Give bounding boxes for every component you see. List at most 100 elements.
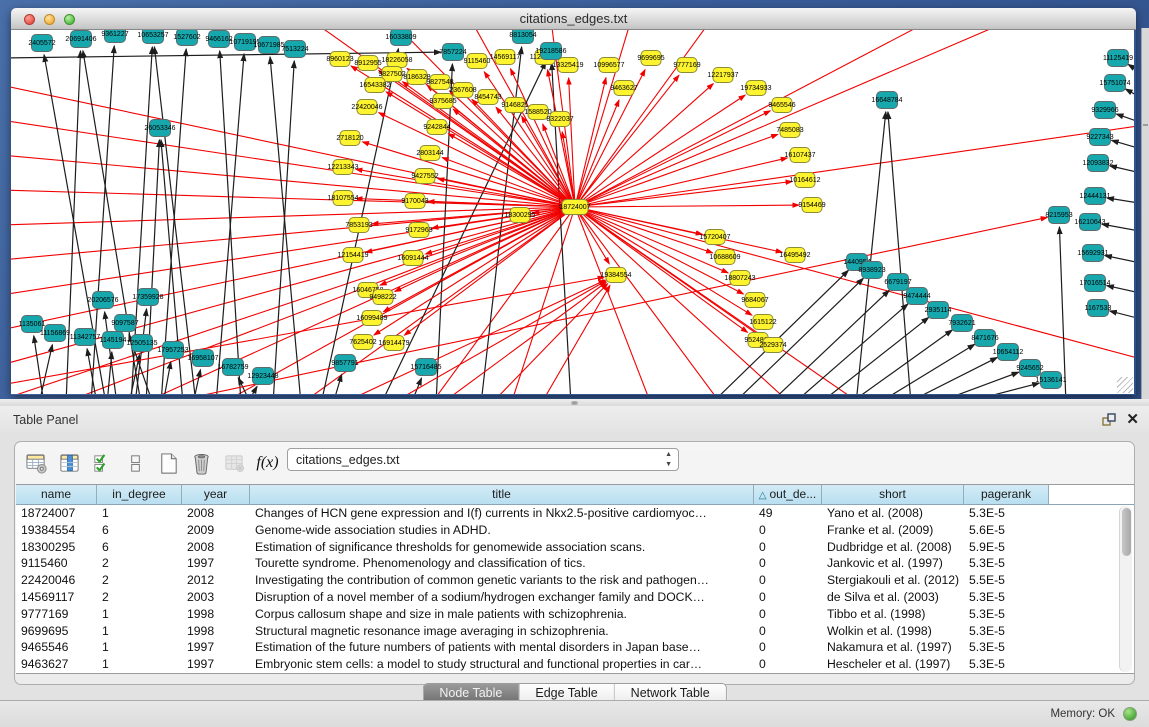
node-label: 22420046 (351, 104, 382, 111)
node-label: 9329966 (1091, 107, 1118, 114)
data-table: namein_degreeyeartitle△out_de...shortpag… (16, 484, 1134, 674)
cytoscape-screen: citations_edges.txt 18724007896012389129… (0, 0, 1149, 727)
table-cell: 9465546 (16, 639, 97, 656)
node-label: 7485083 (776, 127, 803, 134)
delete-table-icon[interactable] (221, 450, 248, 477)
node-label: 1135061 (19, 321, 46, 328)
node-label: 12093832 (1082, 160, 1113, 167)
table-cell: Investigating the contribution of common… (250, 572, 754, 589)
select-columns-icon[interactable] (56, 450, 83, 477)
node-label: 7932621 (948, 320, 975, 327)
table-selector-value: citations_edges.txt (296, 453, 400, 467)
table-cell: 5.3E-5 (964, 656, 1049, 673)
node-label: 7513224 (281, 46, 308, 53)
node-label: 19218586 (535, 48, 566, 55)
node-label: 26053346 (144, 125, 175, 132)
network-edge (1116, 114, 1134, 124)
table-row[interactable]: 1830029562008Estimation of significance … (16, 539, 1134, 556)
table-row[interactable]: 1456911722003Disruption of a novel membe… (16, 589, 1134, 606)
float-panel-icon[interactable] (1101, 412, 1117, 428)
column-header-year[interactable]: year (182, 485, 250, 505)
table-cell: 2003 (182, 589, 250, 606)
node-label: 9154469 (798, 202, 825, 209)
table-row[interactable]: 977716911998Corpus callosum shape and si… (16, 606, 1134, 623)
node-label: 8322037 (546, 116, 573, 123)
table-row[interactable]: 2242004622012Investigating the contribut… (16, 572, 1134, 589)
node-label: 20691406 (65, 36, 96, 43)
new-column-icon[interactable] (155, 450, 182, 477)
network-edge (575, 30, 631, 207)
node-label: 8960123 (326, 56, 353, 63)
node-label: 6679197 (884, 279, 911, 286)
node-label: 16033809 (385, 34, 416, 41)
network-canvas[interactable]: 1872400789601238912955182260589827502165… (11, 30, 1134, 394)
row-options-icon[interactable] (122, 450, 149, 477)
right-panel-divider[interactable] (1141, 28, 1149, 399)
table-row[interactable]: 946554611997Estimation of the future num… (16, 639, 1134, 656)
node-label: 9361227 (101, 31, 128, 38)
column-header-name[interactable]: name (16, 485, 97, 505)
node-label: 1167533 (1085, 305, 1112, 312)
table-cell: de Silva et al. (2003) (822, 589, 964, 606)
window-resize-grip-icon[interactable] (1117, 377, 1133, 393)
table-cell: 5.3E-5 (964, 555, 1049, 572)
table-cell: 0 (754, 572, 822, 589)
scrollbar-thumb[interactable] (1122, 508, 1131, 556)
close-panel-icon[interactable]: ✕ (1126, 410, 1139, 428)
node-label: 10654112 (993, 349, 1024, 356)
node-label: 2405572 (28, 40, 55, 47)
status-bar: Memory: OK (0, 700, 1149, 727)
column-header-out-de-[interactable]: △out_de... (754, 485, 822, 505)
memory-ok-indicator[interactable] (1123, 707, 1137, 721)
node-label: 15720407 (699, 234, 730, 241)
node-label: 2803144 (416, 150, 443, 157)
node-label: 8471676 (971, 335, 998, 342)
table-settings-icon[interactable] (23, 450, 50, 477)
network-graph[interactable]: 1872400789601238912955182260589827502165… (11, 30, 1134, 394)
node-label: 1615122 (749, 319, 776, 326)
node-label: 9498222 (369, 294, 396, 301)
network-edge (441, 282, 606, 394)
table-row[interactable]: 946362711997Embryonic stem cells: a mode… (16, 656, 1134, 673)
column-header-in-degree[interactable]: in_degree (97, 485, 182, 505)
node-label: 16543382 (359, 82, 390, 89)
network-edge (1112, 140, 1134, 150)
table-cell: 2008 (182, 539, 250, 556)
table-cell: 9115460 (16, 555, 97, 572)
table-cell: 9463627 (16, 656, 97, 673)
network-window-titlebar[interactable]: citations_edges.txt (11, 8, 1136, 30)
table-cell: 0 (754, 623, 822, 640)
node-label: 12154419 (337, 252, 368, 259)
horizontal-splitter[interactable] (0, 399, 1149, 406)
node-label: 8938923 (858, 267, 885, 274)
header-filler (1049, 485, 1134, 505)
delete-column-icon[interactable] (188, 450, 215, 477)
table-cell: Disruption of a novel member of a sodium… (250, 589, 754, 606)
network-edge (1102, 224, 1134, 232)
table-cell: 1 (97, 505, 182, 522)
node-label: 1588520 (524, 109, 551, 116)
combo-stepper-icon: ▲▼ (665, 450, 672, 470)
node-label: 10671985 (253, 42, 284, 49)
column-header-title[interactable]: title (250, 485, 754, 505)
network-window[interactable]: citations_edges.txt 18724007896012389129… (11, 8, 1136, 395)
table-row[interactable]: 969969511998Structural magnetic resonanc… (16, 623, 1134, 640)
column-header-short[interactable]: short (822, 485, 964, 505)
network-edge (575, 158, 787, 207)
function-builder-icon[interactable]: f(x) (254, 450, 281, 477)
node-label: 9242844 (423, 124, 450, 131)
table-toolbar: f(x) (23, 447, 287, 479)
column-header-pagerank[interactable]: pagerank (964, 485, 1049, 505)
memory-status-label: Memory: OK (1050, 708, 1115, 720)
vertical-scrollbar[interactable] (1119, 506, 1132, 672)
table-cell: 1998 (182, 606, 250, 623)
table-cell: 18724007 (16, 505, 97, 522)
table-row[interactable]: 1872400712008Changes of HCN gene express… (16, 505, 1134, 522)
table-cell: 5.3E-5 (964, 639, 1049, 656)
table-cell: 2012 (182, 572, 250, 589)
table-selector[interactable]: citations_edges.txt ▲▼ (287, 448, 679, 471)
table-row[interactable]: 1938455462009Genome-wide association stu… (16, 522, 1134, 539)
node-label: 8454743 (474, 94, 501, 101)
table-row[interactable]: 911546021997Tourette syndrome. Phenomeno… (16, 555, 1134, 572)
select-rows-icon[interactable] (89, 450, 116, 477)
